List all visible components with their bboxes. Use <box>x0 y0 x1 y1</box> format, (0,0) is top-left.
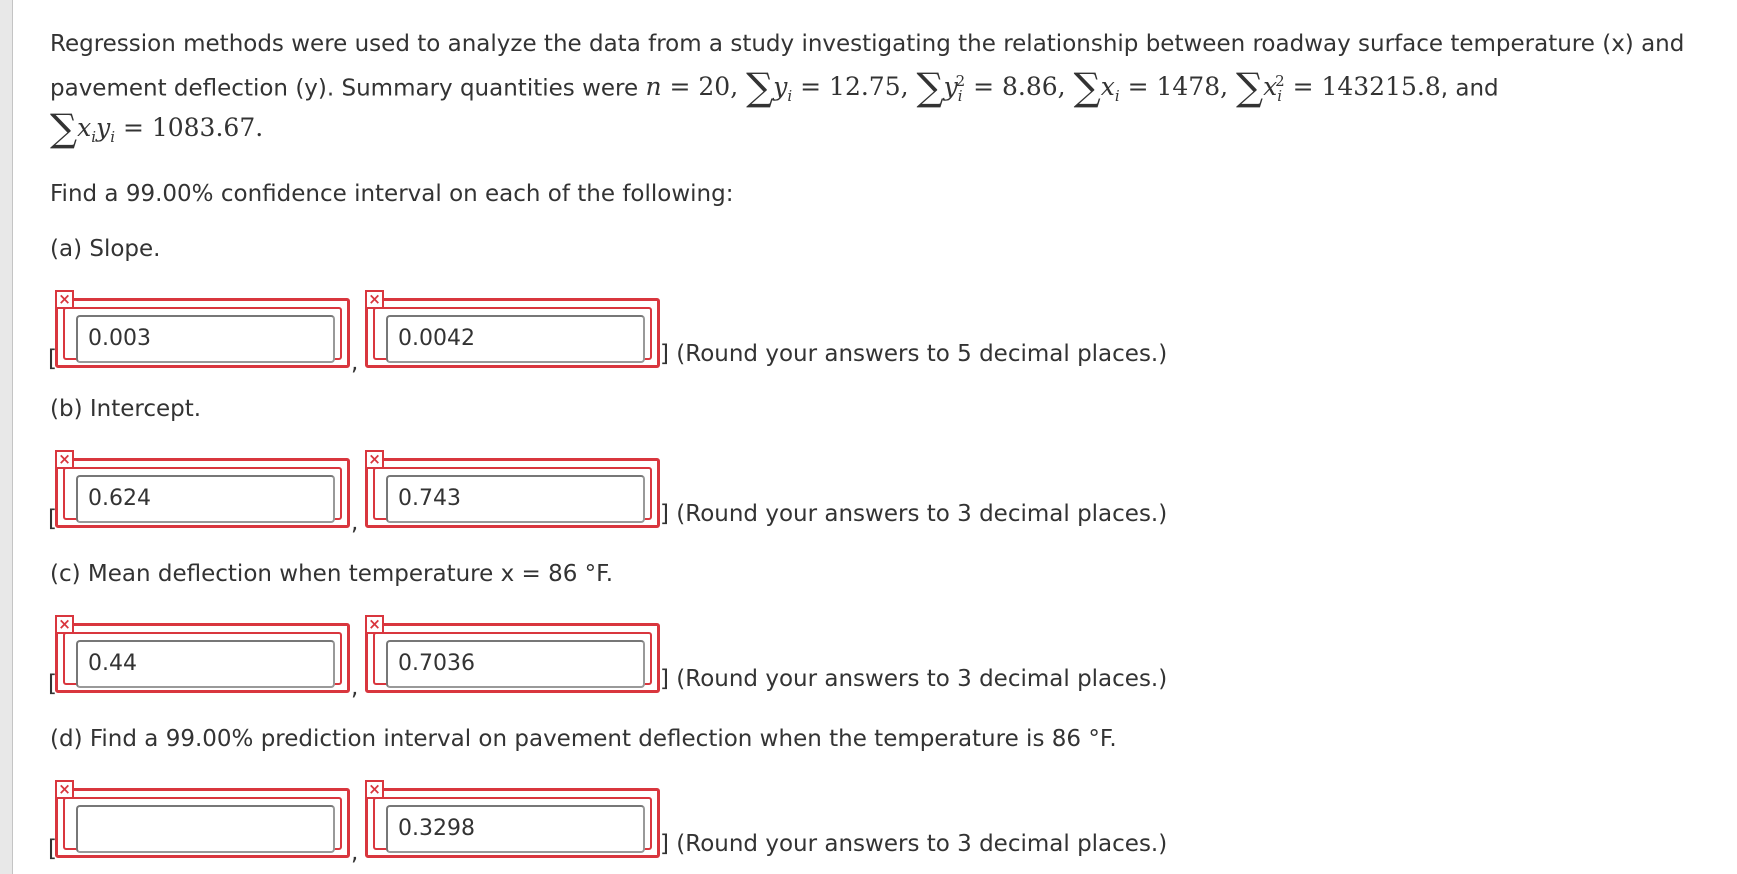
question-content: Regression methods were used to analyze … <box>0 0 1737 874</box>
part-b-lower-input[interactable]: 0.624 <box>76 475 335 523</box>
part-c-rounding-note: ] (Round your answers to 3 decimal place… <box>660 666 1168 692</box>
sum-y2-value: 8.86 <box>1002 72 1058 102</box>
comma-separator: , <box>351 675 359 701</box>
problem-line-2: pavement deflection (y). Summary quantit… <box>50 67 1499 110</box>
part-c-upper-input[interactable]: 0.7036 <box>386 640 645 688</box>
part-b-upper-field: × 0.743 <box>365 450 660 528</box>
comma-separator: , <box>351 510 359 536</box>
part-c-lower-field: × 0.44 <box>55 615 350 693</box>
part-a-upper-field: × 0.0042 <box>365 290 660 368</box>
part-d-upper-input[interactable]: 0.3298 <box>386 805 645 853</box>
part-a-upper-input[interactable]: 0.0042 <box>386 315 645 363</box>
part-d-lower-input[interactable] <box>76 805 335 853</box>
problem-line-2-prefix: pavement deflection (y). Summary quantit… <box>50 75 639 102</box>
part-b-rounding-note: ] (Round your answers to 3 decimal place… <box>660 501 1168 527</box>
part-a-rounding-note: ] (Round your answers to 5 decimal place… <box>660 341 1168 367</box>
part-d-upper-field: × 0.3298 <box>365 780 660 858</box>
instruction-text: Find a 99.00% confidence interval on eac… <box>50 181 734 207</box>
sum-x2-value: 143215.8 <box>1321 72 1441 102</box>
part-c-label: (c) Mean deflection when temperature x =… <box>50 561 614 587</box>
sum-xy-value: 1083.67 <box>151 113 256 142</box>
part-d-rounding-note: ] (Round your answers to 3 decimal place… <box>660 831 1168 857</box>
part-d-lower-field: × <box>55 780 350 858</box>
part-c-upper-field: × 0.7036 <box>365 615 660 693</box>
part-b-upper-input[interactable]: 0.743 <box>386 475 645 523</box>
summary-formulas: n = 20, ∑yi = 12.75, ∑yi2 = 8.86, ∑xi = … <box>645 65 1441 110</box>
part-c-lower-input[interactable]: 0.44 <box>76 640 335 688</box>
part-b-label: (b) Intercept. <box>50 396 202 422</box>
part-a-lower-field: × 0.003 <box>55 290 350 368</box>
and-word: , and <box>1440 75 1499 102</box>
problem-line-1: Regression methods were used to analyze … <box>50 31 1685 57</box>
part-a-label: (a) Slope. <box>50 236 161 262</box>
sum-x-value: 1478 <box>1156 72 1221 102</box>
comma-separator: , <box>351 840 359 866</box>
sum-xy-formula: ∑xiyi = 1083.67. <box>50 106 264 150</box>
part-a-lower-input[interactable]: 0.003 <box>76 315 335 363</box>
part-d-label: (d) Find a 99.00% prediction interval on… <box>50 726 1117 752</box>
sum-y-value: 12.75 <box>829 72 901 102</box>
comma-separator: , <box>351 350 359 376</box>
n-value: 20 <box>698 72 731 102</box>
part-b-lower-field: × 0.624 <box>55 450 350 528</box>
